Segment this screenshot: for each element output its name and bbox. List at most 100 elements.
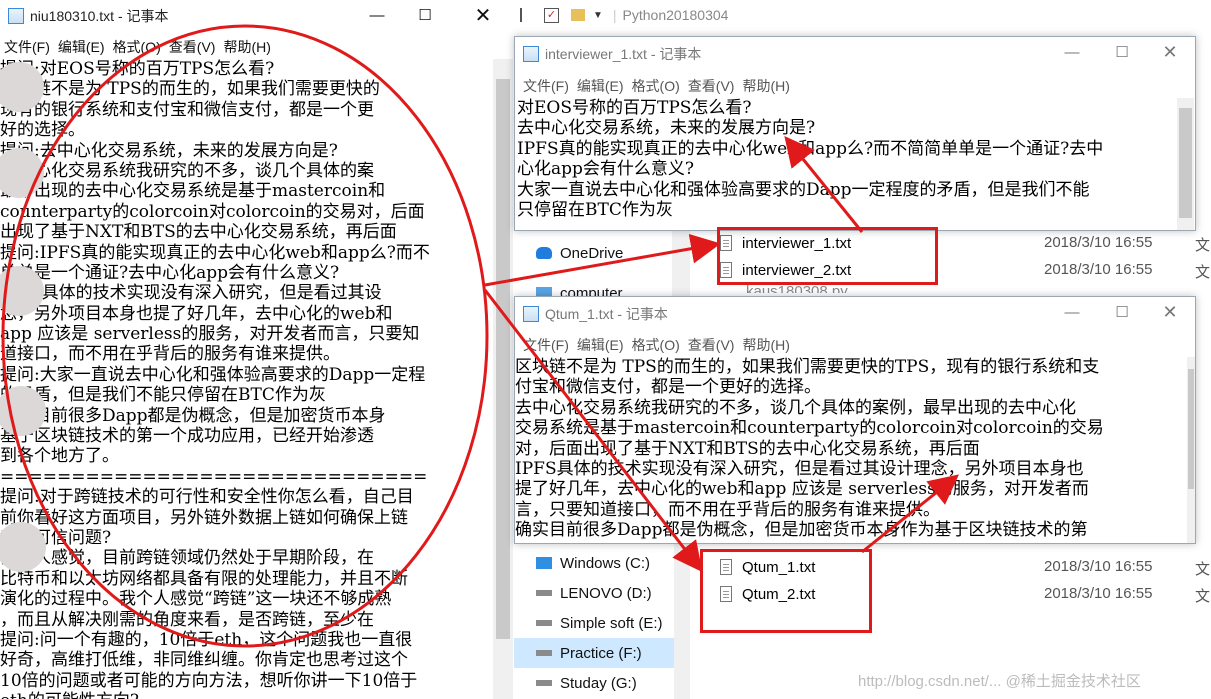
minimize-button[interactable]: — [1049, 37, 1095, 67]
text-line: 提问:对EOS号称的百万TPS怎么看? [0, 59, 275, 79]
text-line: 道接口，而不用在乎背后的服务有谁来提供。 [0, 344, 340, 365]
annotation-box-interviewer-files [717, 227, 938, 285]
text-line: 我个人感觉，目前跨链领域仍然处于早期阶段，在 [0, 548, 374, 569]
left-notepad-window: niu180310.txt - 记事本 — ☐ ✕ 文件(F) 编辑(E) 格式… [0, 0, 515, 699]
text-line: 去中心化交易系统，未来的发展方向是? [517, 118, 816, 139]
maximize-button[interactable]: ☐ [402, 0, 448, 30]
menu-file[interactable]: 文件(F) [523, 76, 569, 96]
qtum-notepad-titlebar[interactable]: Qtum_1.txt - 记事本 — ☐ ✕ [515, 297, 1195, 331]
text-line: 去中心化交易系统我研究的不多，谈几个具体的案例，最早出现的去中心化 [515, 397, 1076, 418]
text-line: counterparty的colorcoin对colorcoin的交易对，后面 [0, 201, 425, 222]
text-line: 心化app会有什么意义? [517, 159, 695, 180]
notepad-icon [523, 46, 539, 62]
watermark: http://blog.csdn.net/... @稀土掘金技术社区 [858, 673, 1141, 690]
menu-view[interactable]: 查看(V) [688, 76, 735, 96]
nav-item-simple-soft-e[interactable]: Simple soft (E:) [514, 608, 674, 638]
interviewer-notepad-scrollbar[interactable] [1177, 98, 1194, 230]
left-notepad-title: niu180310.txt - 记事本 [30, 8, 169, 24]
text-line: 区块链不是为 TPS的而生的，如果我们需要更快的TPS，现有的银行系统和支 [515, 357, 1100, 377]
close-button[interactable]: ✕ [460, 0, 506, 30]
maximize-button[interactable]: ☐ [1099, 37, 1145, 67]
nav-pane-scrollbar-lower[interactable] [674, 540, 690, 699]
nav-pane-scrollbar[interactable] [672, 230, 690, 300]
text-line: 提问:对于跨链技术的可行性和安全性你怎么看，自己目 [0, 487, 414, 508]
text-line: 念，另外项目本身也提了好几年，去中心化的web和 [0, 303, 393, 324]
text-line: 确实目前很多Dapp都是伪概念，但是加密货币本身 [0, 405, 386, 426]
nav-item-windows-c[interactable]: Windows (C:) [514, 548, 674, 578]
file-date: 2018/3/10 16:55 [1044, 261, 1153, 278]
menu-file[interactable]: 文件(F) [523, 335, 569, 355]
text-line: 演化的过程中。我个人感觉“跨链”这一块还不够成熟 [0, 589, 392, 610]
interviewer-notepad-titlebar[interactable]: interviewer_1.txt - 记事本 — ☐ ✕ [515, 37, 1195, 71]
drive-icon [536, 590, 552, 596]
text-line: 安全可信问题? [0, 527, 112, 548]
text-line: 提问:IPFS真的能实现真正的去中心化web和app么?而不 [0, 242, 430, 263]
maximize-button[interactable]: ☐ [1099, 297, 1145, 327]
text-line: eth的可能性方向? [0, 691, 492, 699]
text-line: IPFS具体的技术实现没有深入研究，但是看过其设计理念，另外项目本身也 [515, 458, 1084, 479]
menu-format[interactable]: 格式(O) [632, 335, 680, 355]
explorer-nav-pane-top: OneDrive computer [514, 230, 690, 302]
left-notepad-scrollbar[interactable] [493, 59, 513, 699]
menu-help[interactable]: 帮助(H) [742, 76, 789, 96]
menu-view[interactable]: 查看(V) [688, 335, 735, 355]
menu-edit[interactable]: 编辑(E) [577, 76, 624, 96]
nav-item-studay-g[interactable]: Studay (G:) [514, 668, 674, 698]
menu-format[interactable]: 格式(O) [632, 76, 680, 96]
text-line: 付宝和微信支付，都是一个更好的选择。 [515, 377, 821, 398]
text-line: 到各个地方了。 [0, 446, 119, 467]
scrollbar-thumb[interactable] [1179, 108, 1192, 218]
qtum-notepad-text-area[interactable]: 区块链不是为 TPS的而生的，如果我们需要更快的TPS，现有的银行系统和支 付宝和… [515, 357, 1187, 543]
menu-help[interactable]: 帮助(H) [742, 335, 789, 355]
text-line: ============================== [0, 466, 428, 487]
text-line: ，而且从解决刚需的角度来看，是否跨链，至少在 [0, 609, 374, 630]
chevron-down-icon[interactable]: ▼ [593, 10, 603, 21]
text-line: 提问:大家一直说去中心化和强体验高要求的Dapp一定程 [0, 364, 426, 385]
text-line: 单单是一个通证?去中心化app会有什么意义? [0, 262, 340, 283]
text-line: 大家一直说去中心化和强体验高要求的Dapp一定程度的矛盾，但是我们不能 [517, 179, 1090, 200]
nav-item-practice-f[interactable]: Practice (F:) [514, 638, 674, 668]
text-line: 去中心化交易系统我研究的不多，谈几个具体的案 [0, 160, 374, 181]
scrollbar-thumb[interactable] [496, 79, 510, 639]
text-line: 言，只要知道接口，而不用在乎背后的服务有谁来提供。 [515, 499, 940, 520]
menu-help[interactable]: 帮助(H) [223, 37, 270, 57]
menu-file[interactable]: 文件(F) [4, 37, 50, 57]
left-notepad-titlebar[interactable]: niu180310.txt - 记事本 — ☐ ✕ [0, 0, 514, 32]
menu-edit[interactable]: 编辑(E) [58, 37, 105, 57]
text-line: 的矛盾，但是我们不能只停留在BTC作为灰 [0, 385, 326, 406]
interviewer-notepad-text-area[interactable]: 对EOS号称的百万TPS怎么看? 去中心化交易系统，未来的发展方向是? IPFS真的… [517, 98, 1177, 228]
close-button[interactable]: ✕ [1147, 297, 1193, 327]
file-date: 2018/3/10 16:55 [1044, 585, 1153, 602]
text-line: 提了好几年，去中心化的web和app 应该是 serverless的服务，对开发… [515, 479, 1089, 500]
properties-icon[interactable]: ✓ [544, 7, 559, 23]
left-notepad-text-area[interactable]: 提问:对EOS号称的百万TPS怎么看? 区块链不是为 TPS的而生的，如果我们需… [0, 59, 492, 699]
minimize-button[interactable]: — [354, 0, 400, 30]
nav-item-onedrive[interactable]: OneDrive [514, 238, 623, 268]
text-line: 交易系统是基于mastercoin和counterparty的colorcoin… [515, 418, 1104, 439]
menu-edit[interactable]: 编辑(E) [577, 335, 624, 355]
explorer-folder-title: Python20180304 [622, 7, 729, 23]
close-button[interactable]: ✕ [1147, 37, 1193, 67]
file-type: 文 [1195, 561, 1211, 578]
text-line: 10倍的问题或者可能的方向方法，想听你讲一下10倍于 [0, 670, 418, 691]
text-line: 前你看好这方面项目，另外链外数据上链如何确保上链 [0, 507, 408, 528]
annotation-box-qtum-files [700, 549, 872, 633]
nav-item-lenovo-d[interactable]: LENOVO (D:) [514, 578, 674, 608]
minimize-button[interactable]: — [1049, 297, 1095, 327]
interviewer-notepad-menubar: 文件(F) 编辑(E) 格式(O) 查看(V) 帮助(H) [515, 75, 1195, 97]
qtum-notepad-scrollbar[interactable] [1187, 357, 1195, 543]
text-line: 基于区块链技术的第一个成功应用，已经开始渗透 [0, 426, 374, 447]
text-line: IPFS具体的技术实现没有深入研究，但是看过其设 [0, 283, 382, 304]
menu-format[interactable]: 格式(O) [113, 37, 161, 57]
file-type: 文 [1195, 264, 1211, 281]
text-line: IPFS真的能实现真正的去中心化web和app么?而不简简单单是一个通证?去中 [517, 138, 1104, 159]
qtum-notepad-window: Qtum_1.txt - 记事本 — ☐ ✕ 文件(F) 编辑(E) 格式(O)… [514, 296, 1196, 544]
menu-view[interactable]: 查看(V) [169, 37, 216, 57]
text-line: 确实目前很多Dapp都是伪概念，但是加密货币本身作为基于区块链技术的第 [515, 520, 1088, 541]
file-type: 文 [1195, 588, 1211, 605]
explorer-nav-pane-bottom: Windows (C:) LENOVO (D:) Simple soft (E:… [514, 540, 690, 699]
text-line: 出现了基于NXT和BTS的去中心化交易系统，再后面 [0, 222, 397, 243]
text-line: 对EOS号称的百万TPS怎么看? [517, 98, 752, 118]
explorer-quick-toolbar: ✓ ▼ | Python20180304 [514, 0, 1211, 30]
scrollbar-thumb[interactable] [1188, 369, 1194, 489]
